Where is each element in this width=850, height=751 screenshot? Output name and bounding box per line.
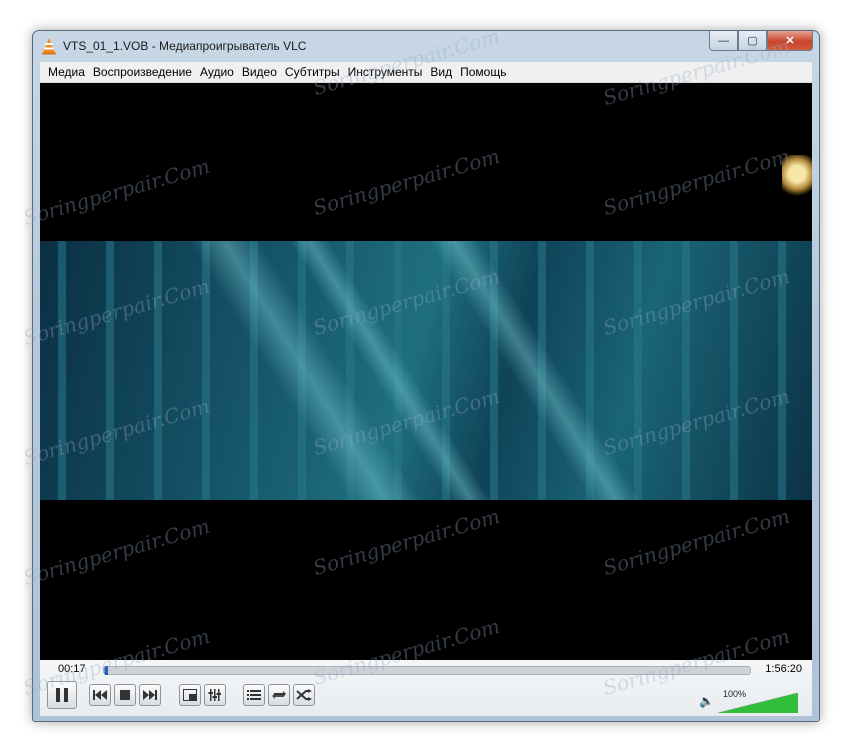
next-button[interactable] xyxy=(139,684,161,706)
menu-audio[interactable]: Аудио xyxy=(192,62,234,82)
minimize-icon: — xyxy=(718,34,729,47)
minimize-button[interactable]: — xyxy=(709,31,738,51)
seek-bar[interactable] xyxy=(103,666,751,675)
window-title: VTS_01_1.VOB - Медиапроигрыватель VLC xyxy=(63,39,307,53)
menu-tools[interactable]: Инструменты xyxy=(340,62,423,82)
total-time: 1:56:20 xyxy=(765,663,802,675)
seek-handle[interactable] xyxy=(104,666,108,675)
loop-button[interactable] xyxy=(268,684,290,706)
stop-icon xyxy=(120,690,130,700)
volume-slider[interactable] xyxy=(718,693,798,713)
channel-logo-image xyxy=(782,155,812,197)
playlist-icon xyxy=(247,690,261,700)
maximize-icon: ▢ xyxy=(747,35,758,47)
stop-button[interactable] xyxy=(114,684,136,706)
previous-icon xyxy=(93,690,107,700)
speaker-icon[interactable]: 🔈 xyxy=(699,694,714,708)
vlc-cone-icon xyxy=(42,38,56,55)
video-frame xyxy=(40,241,812,500)
menu-subtitles[interactable]: Субтитры xyxy=(277,62,340,82)
elapsed-time: 00:17 xyxy=(58,663,86,675)
previous-button[interactable] xyxy=(89,684,111,706)
shuffle-icon xyxy=(296,689,312,701)
loop-icon xyxy=(272,691,286,699)
play-pause-button[interactable] xyxy=(47,681,77,709)
menu-video[interactable]: Видео xyxy=(234,62,277,82)
close-icon: ✕ xyxy=(785,35,795,47)
menu-bar: Медиа Воспроизведение Аудио Видео Субтит… xyxy=(40,62,812,83)
video-area[interactable] xyxy=(40,83,812,660)
shuffle-button[interactable] xyxy=(293,684,315,706)
menu-playback[interactable]: Воспроизведение xyxy=(85,62,192,82)
caption-buttons: — ▢ ✕ xyxy=(709,31,813,51)
title-bar[interactable]: VTS_01_1.VOB - Медиапроигрыватель VLC — … xyxy=(33,31,819,61)
vlc-window: VTS_01_1.VOB - Медиапроигрыватель VLC — … xyxy=(32,30,820,722)
control-bar: 00:17 1:56:20 🔈 100% xyxy=(40,660,812,716)
pause-icon xyxy=(56,688,68,702)
playlist-button[interactable] xyxy=(243,684,265,706)
menu-view[interactable]: Вид xyxy=(422,62,452,82)
fullscreen-icon xyxy=(183,689,197,701)
menu-media[interactable]: Медиа xyxy=(40,62,85,82)
maximize-button[interactable]: ▢ xyxy=(738,31,767,51)
next-icon xyxy=(143,690,157,700)
menu-help[interactable]: Помощь xyxy=(452,62,506,82)
fullscreen-button[interactable] xyxy=(179,684,201,706)
close-button[interactable]: ✕ xyxy=(767,31,813,51)
extended-settings-button[interactable] xyxy=(204,684,226,706)
extended-settings-icon xyxy=(208,689,221,701)
